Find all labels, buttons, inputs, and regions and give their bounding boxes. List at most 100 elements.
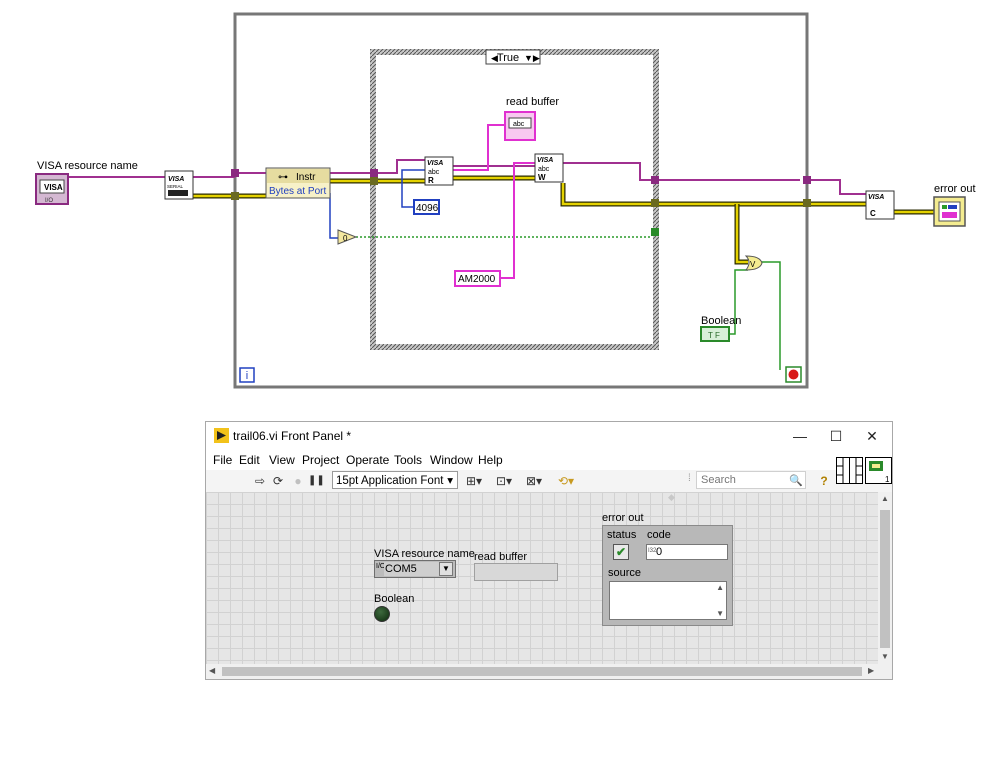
- byte-count-value: 4096: [416, 203, 439, 214]
- code-value: 0: [656, 546, 663, 558]
- toolbar-separator-icon: ⁞: [688, 473, 691, 484]
- scroll-down-icon[interactable]: ▼: [716, 609, 724, 618]
- read-buffer-abc: abc: [513, 121, 525, 128]
- toolbar: ⇨ ⟳ ● ❚❚ 15pt Application Font ▾ ⊞▾ ⊡▾ ⊠…: [206, 470, 892, 492]
- greater-than-zero-node[interactable]: 0: [337, 229, 358, 245]
- visa-resource-name-label: VISA resource name: [374, 548, 475, 560]
- visa-dropdown-chevron-icon[interactable]: ▼: [439, 562, 453, 576]
- menu-tools[interactable]: Tools: [394, 453, 422, 467]
- connector-index: 1: [885, 475, 890, 484]
- run-button[interactable]: ⇨: [252, 472, 268, 490]
- window-title: trail06.vi Front Panel *: [233, 429, 352, 443]
- menu-project[interactable]: Project: [302, 453, 339, 467]
- code-label: code: [647, 529, 671, 541]
- distribute-objects-button[interactable]: ⊡▾: [492, 472, 516, 490]
- visa-terminal-io: I/O: [45, 198, 53, 204]
- stop-icon: [788, 369, 799, 380]
- code-indicator: I32 0: [646, 544, 728, 560]
- scroll-down-arrow-icon[interactable]: ▼: [881, 652, 889, 661]
- connector-pane-icon[interactable]: 1: [836, 457, 892, 485]
- visa-close-title: VISA: [868, 194, 884, 201]
- serial-label: SERIAL: [167, 184, 184, 189]
- visa-write-node[interactable]: VISA abc W: [534, 153, 564, 183]
- maximize-button[interactable]: ☐: [818, 424, 854, 448]
- pause-button[interactable]: ❚❚: [308, 472, 325, 490]
- error-out-cluster: status code ✔ I32 0 source ▲ ▼: [602, 525, 733, 626]
- case-selector-label: True: [497, 52, 519, 64]
- vertical-scroll-thumb[interactable]: [880, 510, 890, 648]
- error-out-label: error out: [602, 512, 644, 524]
- scroll-left-arrow-icon[interactable]: ◀: [209, 666, 215, 675]
- menu-window[interactable]: Window: [430, 453, 473, 467]
- byte-count-constant[interactable]: 4096: [413, 199, 440, 215]
- horizontal-scroll-thumb[interactable]: [222, 667, 862, 676]
- visa-terminal-text: VISA: [44, 183, 63, 192]
- visa-write-abc: abc: [538, 166, 550, 173]
- abort-button[interactable]: ●: [290, 472, 306, 490]
- visa-read-letter: R: [428, 176, 434, 185]
- minimize-button[interactable]: —: [782, 424, 818, 448]
- write-string-constant[interactable]: AM2000: [454, 270, 501, 287]
- menu-edit[interactable]: Edit: [239, 453, 260, 467]
- visa-close-letter: C: [870, 209, 876, 218]
- boolean-label: Boolean: [374, 593, 415, 605]
- visa-read-abc: abc: [428, 169, 440, 176]
- visa-resource-value: COM5: [384, 562, 439, 576]
- visa-read-title: VISA: [427, 160, 443, 167]
- align-objects-button[interactable]: ⊞▾: [462, 472, 486, 490]
- front-panel-window: trail06.vi Front Panel * — ☐ ✕ File Edit…: [205, 421, 893, 680]
- horizontal-scrollbar[interactable]: ◀ ▶: [206, 664, 892, 679]
- visa-resource-name-terminal[interactable]: VISA I/O: [35, 173, 69, 205]
- boolean-terminal[interactable]: T F: [700, 326, 730, 342]
- boolean-terminal-text: T F: [708, 331, 720, 340]
- scroll-up-icon[interactable]: ▲: [716, 583, 724, 592]
- visa-resource-name-control[interactable]: I/O COM5 ▼: [374, 560, 456, 578]
- read-buffer-terminal[interactable]: abc: [504, 111, 536, 141]
- visa-configure-serial-node[interactable]: VISA SERIAL: [164, 170, 194, 200]
- zero-constant: 0: [343, 234, 348, 243]
- block-diagram: i ◀ True ▼▶ VISA resource name VISA I/O …: [35, 12, 976, 389]
- status-check-icon: ✔: [613, 544, 629, 560]
- boolean-led[interactable]: [374, 606, 390, 622]
- error-out-terminal[interactable]: [933, 196, 966, 227]
- font-selector[interactable]: 15pt Application Font ▾: [332, 471, 458, 489]
- scroll-up-arrow-icon[interactable]: ▲: [881, 494, 889, 503]
- bytes-at-port-property-node[interactable]: ⊶ Instr Bytes at Port: [265, 167, 331, 199]
- read-buffer-label: read buffer: [474, 551, 528, 563]
- status-label: status: [607, 529, 637, 541]
- visa-close-node[interactable]: VISA C: [865, 190, 895, 220]
- property-node-key-icon: ⊶: [278, 172, 288, 183]
- or-node[interactable]: V: [744, 255, 763, 271]
- menu-view[interactable]: View: [269, 453, 295, 467]
- read-buffer-indicator: [474, 563, 558, 581]
- labview-app-icon: [214, 428, 229, 443]
- resize-objects-button[interactable]: ⊠▾: [522, 472, 546, 490]
- iteration-terminal-label: i: [246, 370, 248, 382]
- source-label: source: [608, 567, 642, 579]
- error-out-label: error out: [934, 183, 976, 195]
- menu-bar: File Edit View Project Operate Tools Win…: [206, 450, 892, 470]
- help-icon[interactable]: ?: [816, 472, 832, 490]
- close-button[interactable]: ✕: [854, 424, 890, 448]
- visa-serial-label: VISA: [168, 176, 184, 183]
- title-bar[interactable]: trail06.vi Front Panel * — ☐ ✕: [206, 422, 892, 450]
- menu-help[interactable]: Help: [478, 453, 503, 467]
- or-letter: V: [750, 260, 756, 269]
- panel-canvas[interactable]: ◆ VISA resource name I/O COM5 ▼ read buf…: [206, 492, 878, 664]
- chevron-down-icon: ▾: [447, 475, 453, 487]
- scroll-right-arrow-icon[interactable]: ▶: [868, 666, 874, 675]
- vertical-scrollbar[interactable]: ▲ ▼: [878, 492, 892, 664]
- menu-operate[interactable]: Operate: [346, 453, 389, 467]
- case-selector-next-icon: ▼▶: [524, 53, 540, 63]
- menu-file[interactable]: File: [213, 453, 232, 467]
- font-selector-value: 15pt Application Font: [336, 475, 444, 487]
- read-buffer-label: read buffer: [506, 96, 559, 108]
- origin-marker-icon: ◆: [668, 492, 675, 502]
- visa-write-title: VISA: [537, 157, 553, 164]
- visa-read-node[interactable]: VISA abc R: [424, 156, 454, 186]
- visa-write-letter: W: [538, 173, 546, 182]
- visa-resource-name-label: VISA resource name: [37, 160, 138, 172]
- run-continuously-button[interactable]: ⟳: [270, 472, 286, 490]
- reorder-button[interactable]: ⟲▾: [554, 472, 578, 490]
- search-icon[interactable]: 🔍: [788, 472, 804, 490]
